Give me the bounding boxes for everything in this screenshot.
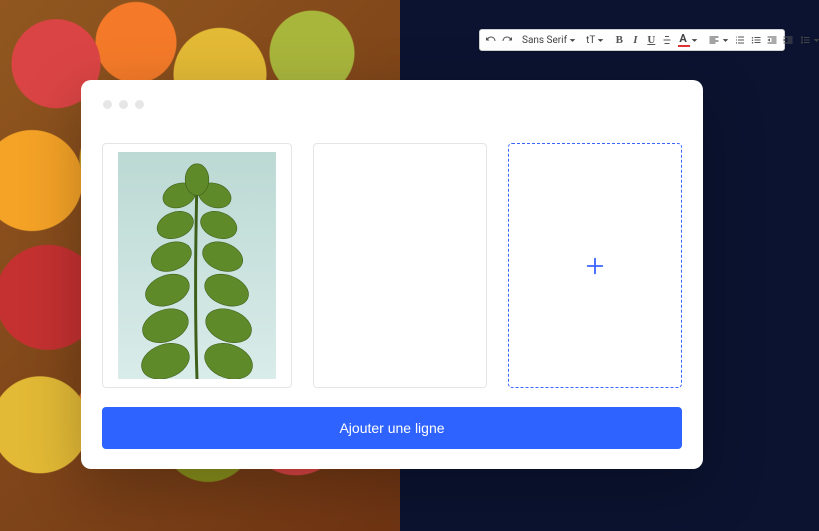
- strikethrough-button[interactable]: [660, 32, 674, 48]
- add-row-button[interactable]: Ajouter une ligne: [102, 407, 682, 449]
- bullet-list-icon: [750, 34, 762, 46]
- window-dot: [135, 100, 144, 109]
- redo-icon: [501, 34, 513, 46]
- text-color-swatch: [678, 45, 690, 47]
- numbered-list-button[interactable]: [733, 32, 747, 48]
- text-color-select[interactable]: A: [676, 32, 700, 48]
- grid-cell-empty[interactable]: [313, 143, 487, 388]
- numbered-list-icon: [734, 34, 746, 46]
- app-stage: Sans Serif tT B I U A: [0, 0, 819, 531]
- leaf-photo: [111, 152, 283, 379]
- chevron-down-icon: [722, 37, 729, 44]
- font-family-select[interactable]: Sans Serif: [520, 32, 578, 48]
- chevron-down-icon: [597, 37, 604, 44]
- chevron-down-icon: [813, 37, 819, 44]
- line-height-icon: [799, 34, 811, 46]
- content-grid: [102, 143, 682, 388]
- indent-decrease-icon: [766, 34, 778, 46]
- grid-cell-add[interactable]: [508, 143, 682, 388]
- window-dot: [103, 100, 112, 109]
- redo-button[interactable]: [500, 32, 514, 48]
- indent-increase-button[interactable]: [781, 32, 795, 48]
- undo-icon: [485, 34, 497, 46]
- strikethrough-icon: [661, 34, 673, 46]
- editor-window: Ajouter une ligne: [81, 80, 703, 469]
- italic-button[interactable]: I: [628, 32, 642, 48]
- plus-icon: [584, 255, 606, 277]
- indent-decrease-button[interactable]: [765, 32, 779, 48]
- underline-button[interactable]: U: [644, 32, 658, 48]
- add-row-label: Ajouter une ligne: [339, 420, 444, 436]
- window-controls: [103, 100, 144, 109]
- font-size-select[interactable]: tT: [584, 32, 606, 48]
- bold-button[interactable]: B: [612, 32, 626, 48]
- bullet-list-button[interactable]: [749, 32, 763, 48]
- font-size-icon: tT: [586, 35, 595, 46]
- align-left-icon: [708, 34, 720, 46]
- indent-increase-icon: [782, 34, 794, 46]
- text-align-select[interactable]: [706, 32, 731, 48]
- undo-button[interactable]: [484, 32, 498, 48]
- chevron-down-icon: [691, 37, 698, 44]
- text-format-toolbar: Sans Serif tT B I U A: [479, 29, 785, 51]
- grid-cell-image[interactable]: [102, 143, 292, 388]
- text-color-glyph: A: [679, 32, 686, 45]
- font-family-label: Sans Serif: [522, 35, 567, 46]
- chevron-down-icon: [569, 37, 576, 44]
- line-height-select[interactable]: [797, 32, 819, 48]
- window-dot: [119, 100, 128, 109]
